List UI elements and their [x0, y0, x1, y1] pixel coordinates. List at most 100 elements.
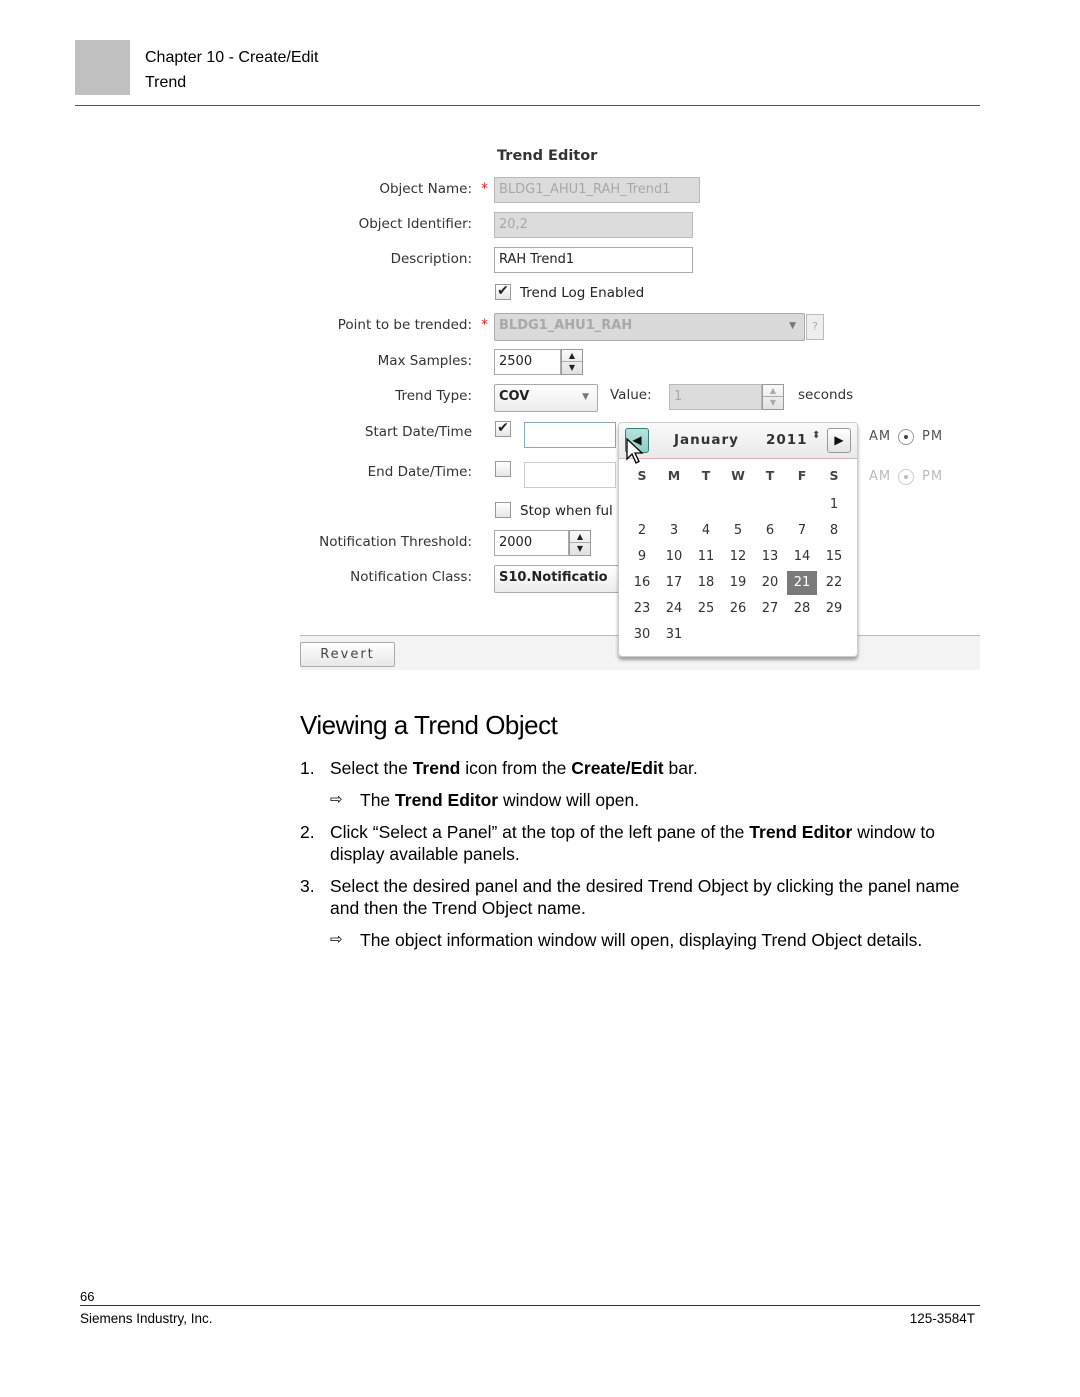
start-datetime-field[interactable]: [524, 422, 616, 448]
spinner-down-icon[interactable]: ▼: [562, 362, 582, 374]
calendar-header: ◀ January 2011 ⬍ ▶: [619, 423, 857, 459]
max-samples-field[interactable]: 2500: [494, 349, 561, 375]
page-number: 66: [80, 1289, 95, 1304]
calendar-day[interactable]: 1: [819, 493, 849, 517]
object-identifier-field[interactable]: 20,2: [494, 212, 693, 238]
result-text: The object information window will open,…: [360, 930, 923, 950]
chevron-down-icon: ▼: [582, 392, 589, 402]
spinner-up-icon[interactable]: ▲: [562, 350, 582, 362]
calendar-day[interactable]: 3: [659, 519, 689, 543]
calendar-day[interactable]: 31: [659, 623, 689, 647]
calendar-day[interactable]: 17: [659, 571, 689, 595]
point-help-button[interactable]: ?: [806, 314, 824, 340]
notification-threshold-spinner[interactable]: ▲ ▼: [569, 530, 591, 556]
step-number: 1.: [300, 758, 315, 778]
step-number: 2.: [300, 822, 315, 842]
start-pm-radio[interactable]: [898, 429, 914, 445]
calendar-day[interactable]: 29: [819, 597, 849, 621]
result-arrow-icon: ⇨: [330, 791, 343, 808]
stop-when-full-label: Stop when ful: [520, 503, 613, 519]
footer-company: Siemens Industry, Inc.: [80, 1311, 213, 1326]
object-identifier-label: Object Identifier:: [358, 216, 472, 232]
trend-editor-screenshot: Trend Editor Object Name: * BLDG1_AHU1_R…: [300, 140, 980, 670]
end-datetime-label: End Date/Time:: [367, 464, 472, 480]
end-pm-radio[interactable]: [898, 469, 914, 485]
section-heading: Viewing a Trend Object: [300, 710, 558, 740]
value-field[interactable]: 1: [669, 384, 762, 410]
calendar-day[interactable]: 19: [723, 571, 753, 595]
calendar-day[interactable]: 2: [627, 519, 657, 543]
calendar-day[interactable]: 27: [755, 597, 785, 621]
weekday-header: W: [731, 468, 745, 483]
revert-button[interactable]: Revert: [300, 642, 395, 667]
chapter-tab-block: [75, 40, 130, 95]
calendar-day[interactable]: 15: [819, 545, 849, 569]
calendar-day[interactable]: 6: [755, 519, 785, 543]
weekday-header: S: [829, 468, 839, 483]
calendar-day[interactable]: 8: [819, 519, 849, 543]
value-unit-label: seconds: [798, 387, 854, 403]
calendar-day[interactable]: 12: [723, 545, 753, 569]
value-spinner[interactable]: ▲ ▼: [762, 384, 784, 410]
calendar-day[interactable]: 7: [787, 519, 817, 543]
step-text: Click “Select a Panel” at the top of the…: [330, 822, 936, 864]
calendar-day[interactable]: 14: [787, 545, 817, 569]
calendar-day[interactable]: 13: [755, 545, 785, 569]
trend-type-select[interactable]: COV ▼: [494, 384, 598, 412]
calendar-day[interactable]: 26: [723, 597, 753, 621]
spinner-down-icon[interactable]: ▼: [570, 543, 590, 555]
calendar-day[interactable]: 30: [627, 623, 657, 647]
calendar-day[interactable]: 4: [691, 519, 721, 543]
spinner-up-icon[interactable]: ▲: [763, 385, 783, 397]
editor-title: Trend Editor: [497, 148, 598, 164]
calendar-day[interactable]: 10: [659, 545, 689, 569]
calendar-day[interactable]: 11: [691, 545, 721, 569]
weekday-header: S: [637, 468, 647, 483]
end-datetime-field[interactable]: [524, 462, 616, 488]
calendar-month[interactable]: January: [674, 432, 739, 448]
header-divider: [75, 105, 980, 106]
point-to-be-trended-select[interactable]: BLDG1_AHU1_RAH ▼: [494, 313, 805, 341]
description-field[interactable]: RAH Trend1: [494, 247, 693, 273]
end-datetime-checkbox[interactable]: [495, 461, 511, 477]
object-name-field[interactable]: BLDG1_AHU1_RAH_Trend1: [494, 177, 700, 203]
calendar-day[interactable]: 16: [627, 571, 657, 595]
start-datetime-label: Start Date/Time: [364, 424, 472, 440]
calendar-day[interactable]: 9: [627, 545, 657, 569]
calendar-day[interactable]: 28: [787, 597, 817, 621]
result-arrow-icon: ⇨: [330, 931, 343, 948]
weekday-header: T: [765, 468, 775, 483]
weekday-header: M: [667, 468, 681, 483]
calendar-day-selected[interactable]: 21: [787, 571, 817, 595]
notification-class-select[interactable]: S10.Notificatio: [494, 565, 634, 593]
chevron-right-icon: ▶: [834, 433, 844, 447]
calendar-day[interactable]: 22: [819, 571, 849, 595]
calendar-day[interactable]: 24: [659, 597, 689, 621]
step-text: Select the desired panel and the desired…: [330, 876, 960, 918]
description-label: Description:: [390, 251, 472, 267]
weekday-header: F: [797, 468, 807, 483]
calendar-day[interactable]: 5: [723, 519, 753, 543]
trend-log-enabled-checkbox[interactable]: ✔: [495, 284, 511, 300]
stop-when-full-checkbox[interactable]: [495, 502, 511, 518]
calendar-day[interactable]: 25: [691, 597, 721, 621]
start-datetime-checkbox[interactable]: ✔: [495, 421, 511, 437]
spinner-up-icon[interactable]: ▲: [570, 531, 590, 543]
trend-type-label: Trend Type:: [395, 388, 472, 404]
required-icon: *: [481, 181, 488, 197]
next-month-button[interactable]: ▶: [827, 428, 851, 453]
start-am-label: AM: [869, 429, 892, 444]
calendar-popup: ◀ January 2011 ⬍ ▶ S M T W T F S 1 2 3 4 5 6 7 8 9 10 11 1…: [618, 422, 858, 657]
spinner-down-icon[interactable]: ▼: [763, 397, 783, 409]
end-am-label: AM: [869, 469, 892, 484]
trend-type-value: COV: [499, 389, 530, 404]
chapter-title: Chapter 10 - Create/Edit: [145, 49, 319, 66]
max-samples-spinner[interactable]: ▲ ▼: [561, 349, 583, 375]
calendar-year[interactable]: 2011: [766, 432, 808, 448]
calendar-day[interactable]: 18: [691, 571, 721, 595]
calendar-day[interactable]: 23: [627, 597, 657, 621]
notification-threshold-field[interactable]: 2000: [494, 530, 569, 556]
calendar-day[interactable]: 20: [755, 571, 785, 595]
section-title: Trend: [145, 74, 187, 91]
year-spinner-icon[interactable]: ⬍: [812, 431, 820, 441]
